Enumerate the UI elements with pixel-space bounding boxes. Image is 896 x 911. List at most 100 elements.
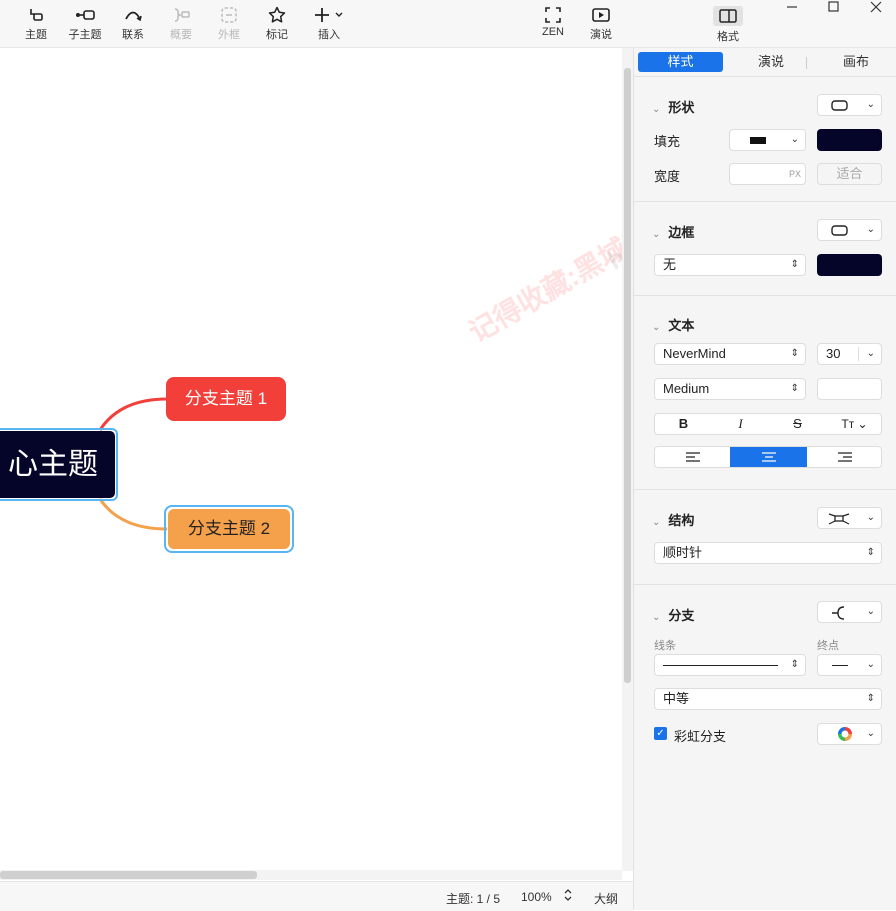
shape-title: 形状: [668, 100, 695, 115]
chevron-down-icon: ⌄: [652, 517, 661, 528]
structure-section-toggle[interactable]: ⌄ 结构: [652, 510, 694, 529]
present-button[interactable]: 演说: [579, 4, 623, 42]
chevron-down-icon: ⌄: [866, 348, 875, 359]
font-size-value: 30: [826, 346, 841, 361]
text-case-button[interactable]: Tт ⌄: [826, 414, 883, 434]
summary-icon: [174, 8, 190, 22]
close-icon: [870, 1, 882, 13]
width-input[interactable]: PX: [729, 163, 806, 185]
strikethrough-button[interactable]: S: [769, 414, 826, 434]
branch-topic-2[interactable]: 分支主题 2: [168, 509, 290, 549]
marker-button[interactable]: 标记: [255, 4, 299, 42]
horizontal-scrollbar[interactable]: [0, 870, 622, 880]
branch-line-2: [98, 498, 168, 531]
branch-topic-2-selection[interactable]: 分支主题 2: [164, 505, 294, 553]
minimize-icon: [787, 6, 797, 8]
border-shape-select[interactable]: ⌄: [817, 219, 882, 241]
border-style-select[interactable]: 无 ⇕: [654, 254, 806, 276]
line-style-select[interactable]: ⇕: [654, 654, 806, 676]
star-icon: [268, 6, 286, 23]
align-center-button[interactable]: [730, 447, 807, 467]
topic-button[interactable]: 主题: [14, 4, 58, 42]
solid-line-icon: [663, 665, 778, 666]
close-button[interactable]: [869, 0, 883, 17]
branch-line-1: [98, 397, 168, 431]
text-color-swatch[interactable]: [817, 378, 882, 400]
vertical-scroll-thumb[interactable]: [624, 68, 631, 683]
summary-button[interactable]: 概要: [159, 4, 203, 42]
zoom-stepper-icon[interactable]: [563, 887, 573, 906]
panel-toggle-icon: [713, 6, 743, 26]
tab-canvas[interactable]: 画布: [816, 52, 896, 72]
border-color-swatch[interactable]: [817, 254, 882, 276]
branch-topic-1[interactable]: 分支主题 1: [166, 377, 286, 421]
shape-select[interactable]: ⌄: [817, 94, 882, 116]
font-size-select[interactable]: 30 ⌄: [817, 343, 882, 365]
line-thickness-select[interactable]: 中等 ⇕: [654, 688, 882, 710]
fill-pattern-select[interactable]: ⌄: [729, 129, 806, 151]
updown-icon: ⇕: [866, 547, 875, 558]
line-end-select[interactable]: ⌄: [817, 654, 882, 676]
px-unit: PX: [788, 169, 801, 179]
topic-label: 主题: [25, 29, 47, 41]
format-button[interactable]: 格式: [706, 4, 750, 44]
chevron-down-icon: ⌄: [866, 99, 875, 110]
format-label: 格式: [717, 31, 739, 43]
branch-section-toggle[interactable]: ⌄ 分支: [652, 605, 694, 624]
zoom-level[interactable]: 100%: [521, 890, 552, 904]
minimize-button[interactable]: [785, 0, 799, 17]
divider: [634, 201, 896, 202]
line-end-icon: [832, 665, 848, 666]
fill-solid-icon: [750, 137, 766, 144]
bold-button[interactable]: B: [655, 414, 712, 434]
rainbow-branch-checkbox[interactable]: ✓: [654, 727, 667, 740]
chevron-down-icon: ⌄: [866, 728, 875, 739]
line-label: 线条: [654, 640, 676, 652]
horizontal-scroll-thumb[interactable]: [0, 871, 257, 879]
fit-button[interactable]: 适合: [817, 163, 882, 185]
structure-direction-select[interactable]: 顺时针 ⇕: [654, 542, 882, 564]
central-topic[interactable]: 心主题: [0, 431, 115, 498]
central-topic-selection[interactable]: 心主题: [0, 428, 118, 501]
align-left-icon: [685, 452, 700, 462]
chevron-down-icon: ⌄: [652, 322, 661, 333]
separator: [858, 347, 859, 361]
branch-style-select[interactable]: ⌄: [817, 601, 882, 623]
tab-separator: [806, 57, 807, 69]
italic-button[interactable]: I: [712, 414, 769, 434]
border-title: 边框: [668, 225, 695, 240]
zen-button[interactable]: ZEN: [531, 4, 575, 38]
align-right-button[interactable]: [807, 447, 883, 467]
chevron-down-icon: ⌄: [866, 512, 875, 523]
maximize-button[interactable]: [827, 0, 841, 17]
structure-select[interactable]: ⌄: [817, 507, 882, 529]
outline-button[interactable]: 大纲: [594, 890, 618, 907]
relation-button[interactable]: 联系: [111, 4, 155, 42]
tab-style[interactable]: 样式: [638, 52, 723, 72]
align-left-button[interactable]: [655, 447, 730, 467]
font-weight-select[interactable]: Medium ⇕: [654, 378, 806, 400]
end-label: 终点: [817, 640, 839, 652]
border-style-value: 无: [663, 257, 677, 272]
insert-button[interactable]: 插入: [307, 4, 351, 42]
color-wheel-icon: [838, 727, 852, 741]
shape-section-toggle[interactable]: ⌄ 形状: [652, 97, 694, 116]
boundary-button[interactable]: 外框: [207, 4, 251, 42]
line-thickness-value: 中等: [663, 691, 690, 706]
rainbow-color-select[interactable]: ⌄: [817, 723, 882, 745]
font-family-select[interactable]: NeverMind ⇕: [654, 343, 806, 365]
fill-color-swatch[interactable]: [817, 129, 882, 151]
tab-presentation[interactable]: 演说: [731, 52, 811, 72]
text-section-toggle[interactable]: ⌄ 文本: [652, 315, 694, 334]
align-right-icon: [838, 452, 852, 462]
width-label: 宽度: [654, 169, 681, 184]
border-section-toggle[interactable]: ⌄ 边框: [652, 222, 694, 241]
mindmap-canvas[interactable]: 心主题 分支主题 1 分支主题 2: [0, 48, 622, 871]
relation-icon: [125, 11, 142, 22]
plus-icon: [315, 8, 343, 22]
updown-icon: ⇕: [790, 348, 799, 359]
font-weight-value: Medium: [663, 381, 710, 396]
subtopic-button[interactable]: 子主题: [63, 4, 107, 42]
play-icon: [592, 8, 610, 22]
vertical-scrollbar[interactable]: [622, 48, 633, 871]
